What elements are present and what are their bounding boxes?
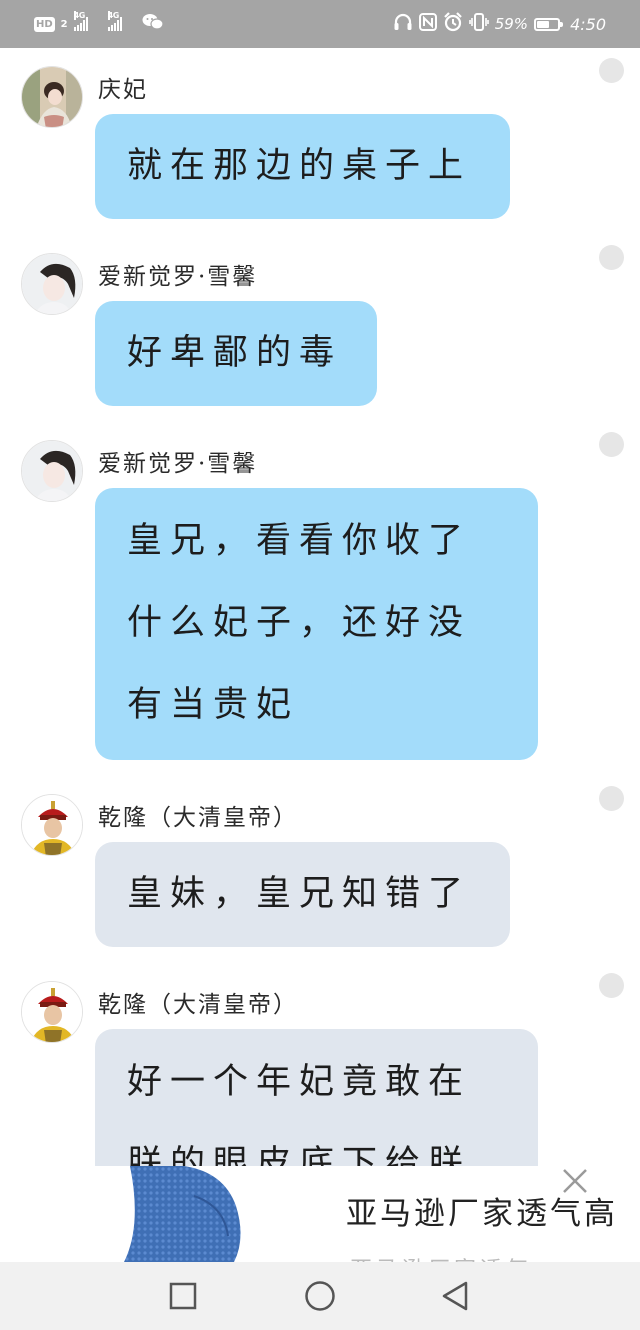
home-button[interactable]: [302, 1278, 338, 1314]
wechat-icon: [142, 13, 164, 35]
recent-apps-button[interactable]: [165, 1278, 201, 1314]
signal-icon: 4G: [107, 11, 126, 31]
ad-subtitle: 亚马逊厂家透气: [350, 1252, 532, 1262]
ad-banner[interactable]: 亚马逊厂家透气高 亚马逊厂家透气: [0, 1166, 640, 1262]
signal-icon: 4G: [73, 11, 92, 31]
close-icon[interactable]: [560, 1166, 590, 1196]
select-checkbox[interactable]: [599, 245, 624, 270]
sim-number: 2: [60, 18, 68, 30]
message-bubble[interactable]: 皇妹，皇兄知错了: [95, 842, 510, 947]
network-type-label: 4G: [107, 11, 119, 20]
select-checkbox[interactable]: [599, 786, 624, 811]
battery-level: [537, 20, 550, 28]
hd-icon: HD: [34, 16, 55, 32]
avatar[interactable]: [21, 440, 83, 502]
alarm-icon: [443, 12, 463, 36]
sender-name: 乾隆（大清皇帝）: [98, 805, 298, 831]
avatar[interactable]: [21, 253, 83, 315]
select-checkbox[interactable]: [599, 973, 624, 998]
clock: 4:50: [570, 14, 606, 34]
message-bubble[interactable]: 皇兄，看看你收了 什么妃子，还好没 有当贵妃: [95, 488, 538, 760]
headphones-icon: [393, 13, 413, 35]
avatar[interactable]: [21, 66, 83, 128]
status-bar: HD 2 4G 4G 59% 4:50: [0, 0, 640, 48]
recent-apps-icon: [169, 1282, 197, 1310]
battery-percent: 59%: [494, 15, 529, 33]
avatar[interactable]: [21, 794, 83, 856]
select-checkbox[interactable]: [599, 432, 624, 457]
sender-name: 庆妃: [98, 77, 148, 103]
home-icon: [305, 1281, 335, 1311]
vibrate-icon: [468, 13, 489, 35]
chat-area[interactable]: 庆妃 就在那边的桌子上 爱新觉罗·雪馨 好卑鄙的毒 爱新觉罗·雪馨 皇兄，看看你…: [0, 48, 640, 1166]
back-button[interactable]: [438, 1278, 474, 1314]
message-bubble[interactable]: 好卑鄙的毒: [95, 301, 377, 406]
sender-name: 乾隆（大清皇帝）: [98, 992, 298, 1018]
battery-icon: [534, 17, 564, 31]
sender-name: 爱新觉罗·雪馨: [98, 264, 258, 290]
back-icon: [442, 1281, 468, 1311]
select-checkbox[interactable]: [599, 58, 624, 83]
status-bar-right: 59% 4:50: [393, 12, 606, 36]
nfc-icon: [418, 13, 437, 35]
network-type-label: 4G: [73, 11, 85, 20]
avatar[interactable]: [21, 981, 83, 1043]
ad-image[interactable]: [124, 1166, 244, 1262]
message-bubble[interactable]: 好一个年妃竟敢在 朕的眼皮底下给朕: [95, 1029, 538, 1166]
navigation-bar: [0, 1262, 640, 1330]
status-bar-left: HD 2 4G 4G: [34, 11, 164, 35]
message-bubble[interactable]: 就在那边的桌子上: [95, 114, 510, 219]
sender-name: 爱新觉罗·雪馨: [98, 451, 258, 477]
